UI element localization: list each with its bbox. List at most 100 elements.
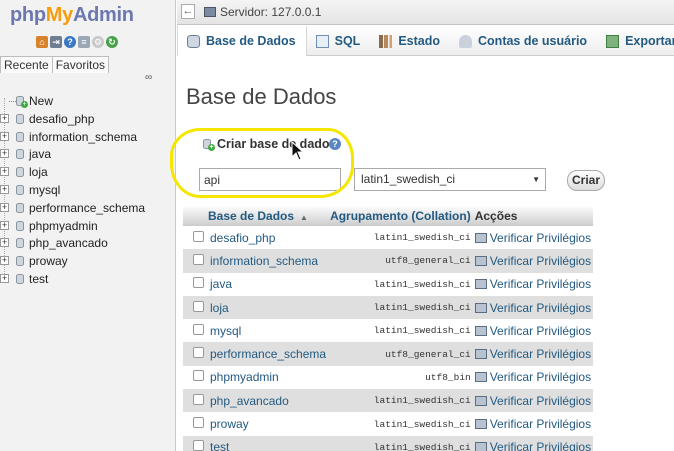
collapse-arrow-icon[interactable]: ← — [181, 4, 195, 19]
expand-icon[interactable]: + — [0, 149, 9, 159]
tree-item-desafio_php[interactable]: + desafio_php — [0, 111, 145, 129]
row-checkbox[interactable] — [193, 253, 204, 265]
privileges-icon — [474, 279, 487, 290]
check-privileges-link[interactable]: Verificar Privilégios — [472, 365, 594, 390]
database-name-link[interactable]: information_schema — [206, 249, 329, 273]
tab-export[interactable]: Exportar — [597, 26, 674, 56]
collation-cell: utf8_bin — [328, 365, 473, 390]
database-name-link[interactable]: mysql — [206, 319, 329, 343]
database-name-link[interactable]: performance_schema — [206, 342, 329, 366]
collation-select[interactable]: latin1_swedish_ci ▼ — [354, 168, 546, 191]
expand-icon[interactable]: + — [0, 202, 9, 212]
tree-item-information_schema[interactable]: + information_schema — [0, 129, 145, 147]
tree-item-phpmyadmin[interactable]: + phpmyadmin — [0, 218, 145, 236]
reload-icon[interactable]: ↻ — [106, 36, 118, 48]
expand-icon[interactable]: + — [0, 184, 9, 194]
check-privileges-link[interactable]: Verificar Privilégios — [472, 226, 594, 250]
row-checkbox[interactable] — [193, 393, 204, 405]
collation-cell: latin1_swedish_ci — [328, 319, 473, 343]
tree-item-java[interactable]: + java — [0, 146, 145, 164]
database-icon — [16, 256, 27, 267]
expand-icon[interactable]: + — [0, 256, 9, 266]
check-privileges-link[interactable]: Verificar Privilégios — [472, 412, 594, 436]
collation-cell: latin1_swedish_ci — [328, 295, 473, 320]
check-privileges-link[interactable]: Verificar Privilégios — [472, 435, 594, 451]
row-checkbox-cell — [183, 272, 206, 296]
check-privileges-link[interactable]: Verificar Privilégios — [472, 249, 594, 273]
table-row[interactable]: phpmyadmin utf8_bin Verificar Privilégios — [183, 365, 594, 390]
database-name-link[interactable]: desafio_php — [206, 226, 329, 250]
row-checkbox[interactable] — [193, 323, 204, 335]
page-title: Base de Dados — [186, 84, 337, 109]
check-privileges-link[interactable]: Verificar Privilégios — [472, 272, 594, 296]
sort-asc-icon[interactable]: ▲ — [300, 213, 308, 222]
database-name-link[interactable]: java — [206, 272, 329, 296]
database-icon — [16, 184, 27, 196]
privileges-icon — [474, 442, 487, 451]
privileges-icon — [474, 255, 487, 266]
server-breadcrumb[interactable]: Servidor: 127.0.0.1 — [220, 5, 321, 19]
tab-recent[interactable]: Recente — [0, 56, 53, 73]
table-row[interactable]: desafio_php latin1_swedish_ci Verificar Pr… — [183, 226, 594, 250]
logout-icon[interactable]: ⇥ — [50, 36, 62, 48]
tab-sql[interactable]: SQL — [307, 26, 371, 56]
create-button[interactable]: Criar — [567, 170, 605, 191]
table-row[interactable]: loja latin1_swedish_ci Verificar Privilégi… — [183, 295, 594, 320]
expand-icon[interactable]: + — [0, 238, 9, 248]
home-icon[interactable]: ⌂ — [36, 36, 48, 48]
check-privileges-link[interactable]: Verificar Privilégios — [472, 342, 594, 366]
phpmyadmin-logo[interactable]: phpMyAdmin — [10, 4, 134, 27]
database-icon — [16, 238, 27, 249]
table-row[interactable]: mysql latin1_swedish_ci Verificar Privilég… — [183, 319, 594, 343]
main-tabs: Base de Dados SQL Estado Contas de usuár… — [177, 26, 674, 56]
expand-icon[interactable]: + — [0, 131, 9, 141]
expand-icon[interactable]: + — [0, 113, 9, 123]
expand-icon[interactable]: + — [0, 220, 9, 230]
docs-icon[interactable]: ≡ — [78, 36, 90, 48]
expand-icon[interactable]: + — [0, 273, 9, 283]
row-checkbox[interactable] — [193, 440, 204, 451]
database-name-link[interactable]: proway — [206, 412, 329, 436]
row-checkbox[interactable] — [193, 347, 204, 359]
database-name-link[interactable]: phpmyadmin — [206, 365, 329, 390]
tree-item-php_avancado[interactable]: + php_avancado — [0, 235, 145, 253]
tab-favorites[interactable]: Favoritos — [52, 56, 110, 73]
link-chain-icon[interactable]: ∞ — [145, 73, 157, 83]
check-privileges-link[interactable]: Verificar Privilégios — [472, 389, 594, 413]
row-checkbox[interactable] — [193, 417, 204, 429]
new-database-icon: + — [16, 96, 28, 108]
table-row[interactable]: proway latin1_swedish_ci Verificar Privilé… — [183, 412, 594, 436]
table-row[interactable]: php_avancado latin1_swedish_ci Verificar P… — [183, 389, 594, 413]
check-privileges-link[interactable]: Verificar Privilégios — [472, 295, 594, 320]
tree-item-proway[interactable]: + proway — [0, 253, 145, 271]
server-icon — [204, 7, 216, 17]
help-doc-icon[interactable]: ? — [64, 36, 76, 48]
tab-user-accounts[interactable]: Contas de usuário — [450, 26, 597, 56]
row-checkbox[interactable] — [193, 230, 204, 242]
server-breadcrumb-bar: ← Servidor: 127.0.0.1 — [177, 0, 674, 25]
database-name-link[interactable]: loja — [206, 295, 329, 320]
row-checkbox[interactable] — [193, 277, 204, 289]
tree-item-new[interactable]: + New — [0, 93, 145, 111]
nav-tabs: Recente Favoritos — [0, 56, 110, 73]
database-name-link[interactable]: test — [206, 435, 329, 451]
row-checkbox[interactable] — [193, 370, 204, 382]
tree-item-loja[interactable]: + loja — [0, 164, 145, 182]
table-row[interactable]: performance_schema utf8_general_ci Verific… — [183, 342, 594, 366]
column-header-database[interactable]: Base de Dados ▲ — [206, 205, 329, 226]
row-checkbox[interactable] — [193, 300, 204, 312]
table-row[interactable]: java latin1_swedish_ci Verificar Privilégi… — [183, 272, 594, 296]
expand-icon[interactable]: + — [0, 167, 9, 177]
tree-item-performance_schema[interactable]: + performance_schema — [0, 200, 145, 218]
check-privileges-link[interactable]: Verificar Privilégios — [472, 319, 594, 343]
settings-gear-icon[interactable]: ⚙ — [92, 36, 104, 48]
tab-status[interactable]: Estado — [370, 26, 450, 56]
database-name-link[interactable]: php_avancado — [206, 389, 329, 413]
tree-item-mysql[interactable]: + mysql — [0, 182, 145, 200]
tree-item-test[interactable]: + test — [0, 271, 145, 289]
tab-databases[interactable]: Base de Dados — [177, 26, 307, 56]
table-row[interactable]: test latin1_swedish_ci Verificar Privilégi… — [183, 435, 594, 451]
table-row[interactable]: information_schema utf8_general_ci Verific… — [183, 249, 594, 273]
privileges-icon — [474, 349, 487, 360]
column-header-collation[interactable]: Agrupamento (Collation) — [328, 205, 473, 226]
